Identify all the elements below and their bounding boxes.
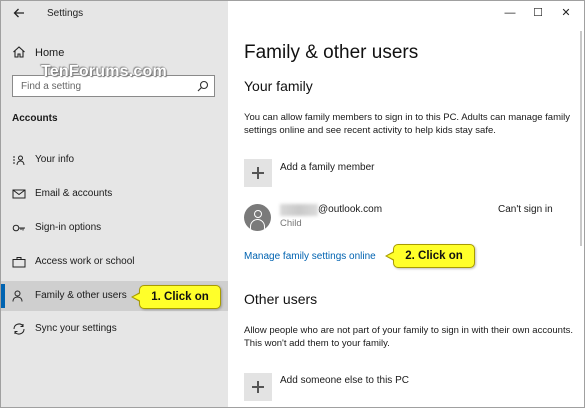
sidebar-item-your-info[interactable]: Your info: [1, 145, 228, 175]
arrow-left-icon: [13, 8, 24, 18]
sidebar-item-label: Access work or school: [35, 256, 135, 267]
close-icon: ✕: [561, 7, 571, 19]
avatar[interactable]: [244, 204, 271, 231]
add-someone-else-button[interactable]: [244, 373, 272, 401]
scrollbar[interactable]: [580, 31, 582, 246]
app-title: Settings: [47, 8, 84, 19]
member-email[interactable]: @outlook.com: [318, 204, 382, 215]
sync-icon: [13, 323, 25, 335]
page-title: Family & other users: [244, 42, 419, 63]
sidebar-item-email-accounts[interactable]: Email & accounts: [1, 179, 228, 209]
mail-icon: [12, 189, 26, 199]
add-family-member-button[interactable]: [244, 159, 272, 187]
back-button[interactable]: [11, 6, 27, 22]
plus-icon-vertical: [257, 381, 259, 393]
plus-icon-vertical: [257, 167, 259, 179]
id-card-icon: [13, 155, 25, 166]
callout-text: 1. Click on: [151, 291, 209, 303]
maximize-button[interactable]: ☐: [528, 5, 548, 21]
callout-pointer-fill: [133, 293, 141, 301]
other-users-heading: Other users: [244, 291, 318, 307]
home-label: Home: [35, 47, 65, 59]
callout-pointer-fill: [387, 252, 395, 260]
avatar-body: [250, 219, 265, 229]
redacted-username: [280, 204, 318, 216]
member-role: Child: [280, 218, 302, 229]
sidebar-item-label: Email & accounts: [35, 188, 113, 199]
manage-family-link[interactable]: Manage family settings online: [244, 251, 376, 262]
close-button[interactable]: ✕: [556, 5, 576, 21]
home-icon: [13, 46, 25, 58]
section-label: Accounts: [12, 113, 58, 124]
callout-step-2: 2. Click on: [385, 244, 475, 268]
minimize-icon: —: [504, 7, 516, 19]
add-family-member-label[interactable]: Add a family member: [280, 162, 374, 173]
callout-step-1: 1. Click on: [131, 285, 221, 309]
callout-text: 2. Click on: [405, 250, 463, 262]
main-content: — ☐ ✕ Family & other users Your family Y…: [228, 1, 584, 407]
sidebar-item-label: Family & other users: [35, 290, 127, 301]
sidebar-item-label: Sync your settings: [35, 323, 117, 334]
settings-window: Settings Home Find a setting TenForums.c…: [0, 0, 585, 408]
maximize-icon: ☐: [533, 7, 543, 19]
search-icon: [197, 80, 209, 92]
sidebar: Settings Home Find a setting TenForums.c…: [1, 1, 228, 407]
sidebar-item-sign-in-options[interactable]: Sign-in options: [1, 213, 228, 243]
sidebar-item-sync-settings[interactable]: Sync your settings: [1, 314, 228, 344]
your-family-heading: Your family: [244, 78, 313, 94]
add-someone-else-label[interactable]: Add someone else to this PC: [280, 375, 409, 386]
search-placeholder: Find a setting: [21, 81, 82, 92]
selection-indicator: [1, 284, 5, 308]
avatar-head: [253, 210, 262, 218]
minimize-button[interactable]: —: [500, 5, 520, 21]
title-bar: Settings: [1, 1, 228, 27]
home-nav-item[interactable]: Home: [1, 41, 228, 65]
sidebar-item-access-work[interactable]: Access work or school: [1, 247, 228, 277]
person-add-icon: [12, 290, 23, 302]
other-users-description: Allow people who are not part of your fa…: [244, 325, 573, 349]
briefcase-icon: [12, 257, 26, 268]
key-icon: [12, 224, 25, 232]
member-status: Can't sign in: [498, 204, 553, 215]
your-family-description: You can allow family members to sign in …: [244, 112, 570, 136]
sidebar-item-label: Sign-in options: [35, 222, 102, 233]
watermark: TenForums.com: [41, 63, 167, 80]
sidebar-item-label: Your info: [35, 154, 75, 165]
